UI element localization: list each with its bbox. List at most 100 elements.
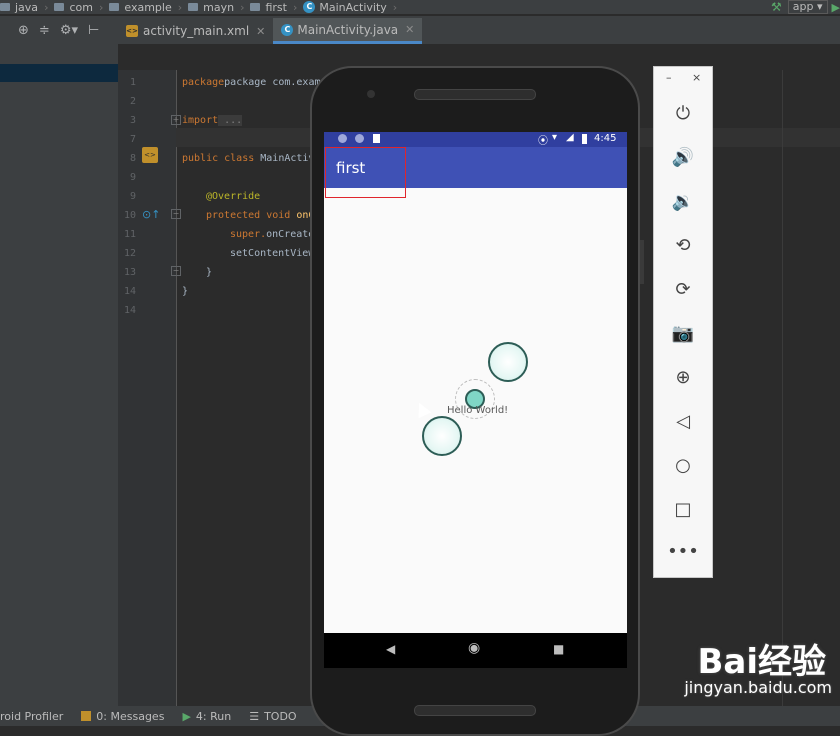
fold-icon[interactable]: −	[171, 266, 181, 276]
signal-icon: ◢	[566, 132, 574, 143]
collapse-icon[interactable]: ≑	[39, 23, 50, 38]
target-icon[interactable]: ⊕	[18, 23, 29, 38]
speaker-grille	[414, 89, 536, 100]
run-icon[interactable]: ▶	[832, 1, 840, 14]
right-margin-guide	[782, 70, 783, 706]
project-selected-row[interactable]	[0, 64, 118, 82]
touch-indicator-bubble	[488, 342, 528, 382]
run-config-select[interactable]: app ▾	[787, 0, 828, 14]
android-nav-bar: ◀ ◉ ■	[324, 633, 627, 668]
line-number: 14	[123, 286, 136, 297]
close-icon[interactable]: ×	[692, 71, 701, 84]
project-toolbar: ⊕ ≑ ⚙▾ ⊢	[0, 16, 118, 44]
code-annotation: @Override	[206, 191, 261, 202]
code-keyword: import	[182, 115, 219, 126]
folder-icon	[0, 3, 10, 11]
overview-icon[interactable]: ■	[553, 642, 564, 656]
line-number: 9	[129, 172, 136, 183]
power-icon[interactable]: ⏻	[654, 103, 712, 124]
line-number: 7	[129, 134, 136, 145]
tool-label: 0: Messages	[96, 709, 165, 723]
zoom-icon[interactable]: ⊕	[654, 367, 712, 388]
battery-icon	[582, 134, 587, 144]
tool-messages[interactable]: 0: Messages	[81, 710, 164, 723]
hide-panel-icon[interactable]: ⊢	[88, 23, 99, 38]
watermark-url: jingyan.baidu.com	[684, 678, 832, 697]
class-icon: C	[303, 1, 316, 13]
breadcrumb-example[interactable]: example ›	[109, 1, 182, 14]
fold-icon[interactable]: +	[171, 115, 181, 125]
tool-run[interactable]: ▶ 4: Run	[182, 710, 231, 723]
notification-icon	[338, 134, 347, 143]
code-keyword: public class	[182, 153, 255, 164]
tool-label: TODO	[264, 709, 297, 723]
breadcrumb-com[interactable]: com ›	[54, 1, 103, 14]
override-marker-icon[interactable]: ⊙↑	[142, 208, 160, 221]
home-icon[interactable]: ◉	[468, 640, 480, 656]
close-icon[interactable]: ✕	[256, 25, 265, 38]
home-icon[interactable]: ○	[654, 455, 712, 476]
camera-icon[interactable]: 📷	[654, 323, 712, 344]
sd-card-icon	[373, 134, 380, 143]
line-number: 2	[129, 96, 136, 107]
notification-icon	[355, 134, 364, 143]
layout-link-icon[interactable]: <>	[142, 147, 158, 163]
run-config-label: app	[792, 0, 814, 13]
line-number: 13	[123, 267, 136, 278]
close-icon[interactable]: ✕	[405, 23, 414, 36]
tool-todo[interactable]: ☰ TODO	[249, 710, 296, 723]
volume-down-icon[interactable]: 🔉	[654, 191, 712, 212]
android-status-bar: ⦿ ▾ ◢ 4:45	[324, 132, 627, 147]
back-icon[interactable]: ◀	[386, 642, 395, 656]
rotate-right-icon[interactable]: ⟳	[654, 279, 712, 300]
tab-activity-main-xml[interactable]: <> activity_main.xml ✕	[118, 18, 273, 44]
line-number: 11	[123, 229, 136, 240]
messages-icon	[81, 711, 92, 721]
rotate-left-icon[interactable]: ⟲	[654, 235, 712, 256]
line-number: 3	[129, 115, 136, 126]
mouse-cursor-icon	[412, 399, 432, 419]
breadcrumb-first[interactable]: first ›	[250, 1, 297, 14]
todo-icon: ☰	[249, 709, 260, 723]
folder-icon	[250, 3, 261, 11]
code-keyword: package	[182, 77, 225, 88]
class-icon: C	[281, 23, 294, 36]
location-icon: ⦿	[538, 136, 548, 147]
tool-profiler[interactable]: roid Profiler	[0, 710, 63, 723]
device-screen[interactable]: ⦿ ▾ ◢ 4:45 first Hello World! ◀ ◉ ■	[324, 132, 627, 668]
gear-icon[interactable]: ⚙▾	[60, 23, 78, 38]
breadcrumb-mayn[interactable]: mayn ›	[188, 1, 244, 14]
tab-label: activity_main.xml	[143, 24, 250, 38]
code-text: onCreate	[266, 229, 315, 240]
code-text: }	[206, 267, 213, 278]
overview-icon[interactable]: □	[654, 499, 712, 520]
project-panel[interactable]	[0, 44, 118, 706]
title-highlight-box	[325, 147, 406, 198]
breadcrumb-java[interactable]: java ›	[0, 1, 48, 14]
folder-icon	[188, 3, 199, 11]
run-icon: ▶	[182, 709, 191, 723]
speaker-grille	[414, 705, 536, 716]
breadcrumb: java › com › example › mayn › first › C MainAc…	[0, 0, 840, 14]
hello-world-text: Hello World!	[447, 405, 509, 416]
watermark-brand: Bai经验	[697, 642, 826, 682]
build-hammer-icon[interactable]: ⚒	[771, 0, 782, 14]
volume-up-icon[interactable]: 🔊	[654, 147, 712, 168]
touch-indicator-bubble	[422, 416, 462, 456]
emulator-controls-panel: – × ⏻ 🔊 🔉 ⟲ ⟳ 📷 ⊕ ◁ ○ □ •••	[653, 66, 713, 578]
code-text: setContentView	[230, 248, 315, 259]
baidu-watermark: Bai经验 jingyan.baidu.com	[642, 634, 840, 706]
device-side-button[interactable]	[640, 240, 644, 284]
fold-icon[interactable]: −	[171, 209, 181, 219]
breadcrumb-mainactivity[interactable]: C MainActivity ›	[303, 1, 397, 14]
back-icon[interactable]: ◁	[654, 411, 712, 432]
front-camera	[367, 90, 375, 98]
tab-label: MainActivity.java	[297, 22, 399, 37]
more-icon[interactable]: •••	[654, 541, 712, 562]
editor-gutter	[118, 70, 177, 706]
tab-main-activity-java[interactable]: C MainActivity.java ✕	[273, 18, 423, 44]
line-number: 14	[123, 305, 136, 316]
code-keyword: protected void	[206, 210, 291, 221]
line-number: 10	[123, 210, 136, 221]
minimize-icon[interactable]: –	[666, 71, 672, 84]
